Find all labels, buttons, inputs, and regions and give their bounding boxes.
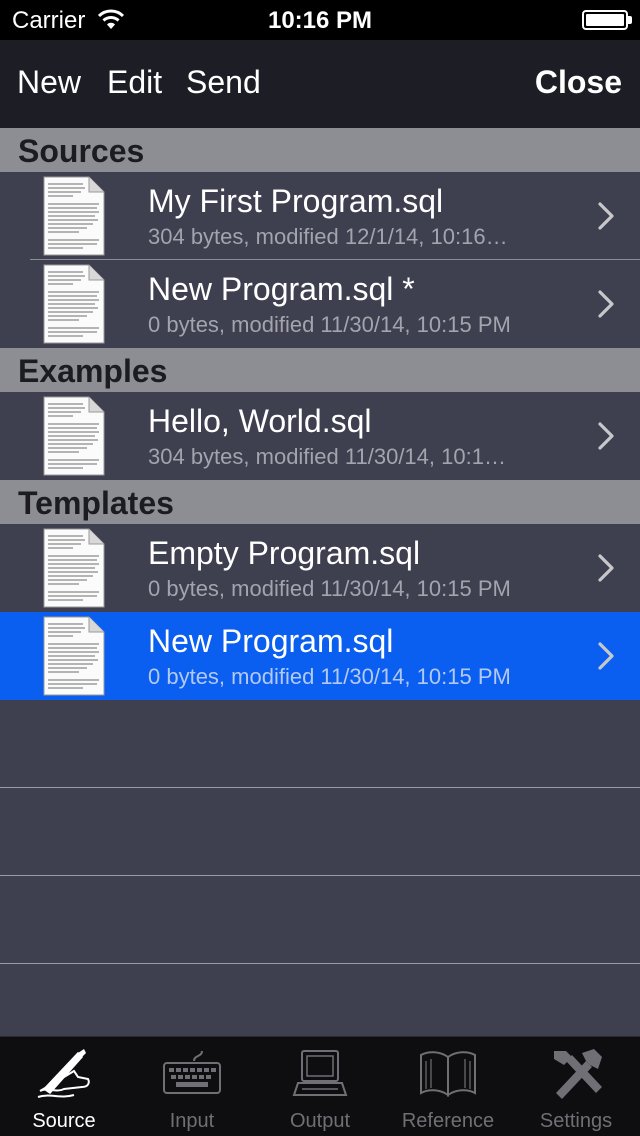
section-header-sources: Sources — [0, 128, 640, 172]
tab-settings-label: Settings — [539, 1110, 613, 1132]
edit-button[interactable]: Edit — [107, 64, 162, 101]
status-bar: Carrier 10:16 PM — [0, 0, 640, 40]
tab-settings[interactable]: Settings — [512, 1037, 640, 1136]
file-subtitle: 304 bytes, modified 11/30/14, 10:1… — [148, 444, 506, 469]
close-button[interactable]: Close — [535, 64, 622, 101]
chevron-right-icon — [598, 202, 614, 230]
row-divider — [0, 963, 640, 964]
tab-reference-label: Reference — [401, 1110, 495, 1132]
chevron-right-icon — [598, 290, 614, 318]
tab-input-label: Input — [169, 1110, 215, 1132]
battery-icon — [582, 10, 632, 30]
tab-source-label: Source — [32, 1110, 96, 1132]
file-title: Hello, World.sql — [148, 403, 372, 439]
tab-reference[interactable]: Reference — [384, 1037, 512, 1136]
document-icon — [43, 396, 105, 476]
file-row[interactable]: Hello, World.sql 304 bytes, modified 11/… — [0, 392, 640, 480]
file-row[interactable]: New Program.sql * 0 bytes, modified 11/3… — [0, 260, 640, 348]
navigation-bar: New Edit Send Close — [0, 40, 640, 128]
tab-source[interactable]: Source — [0, 1037, 128, 1136]
document-icon — [43, 176, 105, 256]
send-button[interactable]: Send — [186, 64, 261, 101]
file-row-selected[interactable]: New Program.sql 0 bytes, modified 11/30/… — [0, 612, 640, 700]
computer-icon — [292, 1050, 348, 1096]
row-divider — [0, 787, 640, 788]
row-divider — [0, 875, 640, 876]
file-subtitle: 0 bytes, modified 11/30/14, 10:15 PM — [148, 312, 511, 337]
keyboard-icon — [163, 1050, 221, 1094]
file-row[interactable]: Empty Program.sql 0 bytes, modified 11/3… — [0, 524, 640, 612]
new-button[interactable]: New — [17, 64, 81, 101]
pen-hand-icon — [37, 1049, 90, 1098]
book-icon — [420, 1051, 476, 1097]
tools-icon — [554, 1049, 602, 1099]
file-title: New Program.sql — [148, 623, 394, 659]
file-title: Empty Program.sql — [148, 535, 421, 571]
file-subtitle: 0 bytes, modified 11/30/14, 10:15 PM — [148, 664, 511, 689]
document-icon — [43, 616, 105, 696]
document-icon — [43, 528, 105, 608]
status-time: 10:16 PM — [267, 7, 373, 34]
section-header-templates: Templates — [0, 480, 640, 524]
section-header-examples: Examples — [0, 348, 640, 392]
file-title: My First Program.sql — [148, 183, 444, 219]
file-subtitle: 0 bytes, modified 11/30/14, 10:15 PM — [148, 576, 511, 601]
file-row[interactable]: My First Program.sql 304 bytes, modified… — [0, 172, 640, 260]
file-subtitle: 304 bytes, modified 12/1/14, 10:16… — [148, 224, 508, 249]
tab-input[interactable]: Input — [128, 1037, 256, 1136]
tab-output[interactable]: Output — [256, 1037, 384, 1136]
chevron-right-icon — [598, 554, 614, 582]
document-icon — [43, 264, 105, 344]
tab-bar: Source Input Output Reference Settings — [0, 1036, 640, 1136]
file-title: New Program.sql * — [148, 271, 415, 307]
chevron-right-icon — [598, 422, 614, 450]
chevron-right-icon — [598, 642, 614, 670]
tab-output-label: Output — [289, 1110, 351, 1132]
